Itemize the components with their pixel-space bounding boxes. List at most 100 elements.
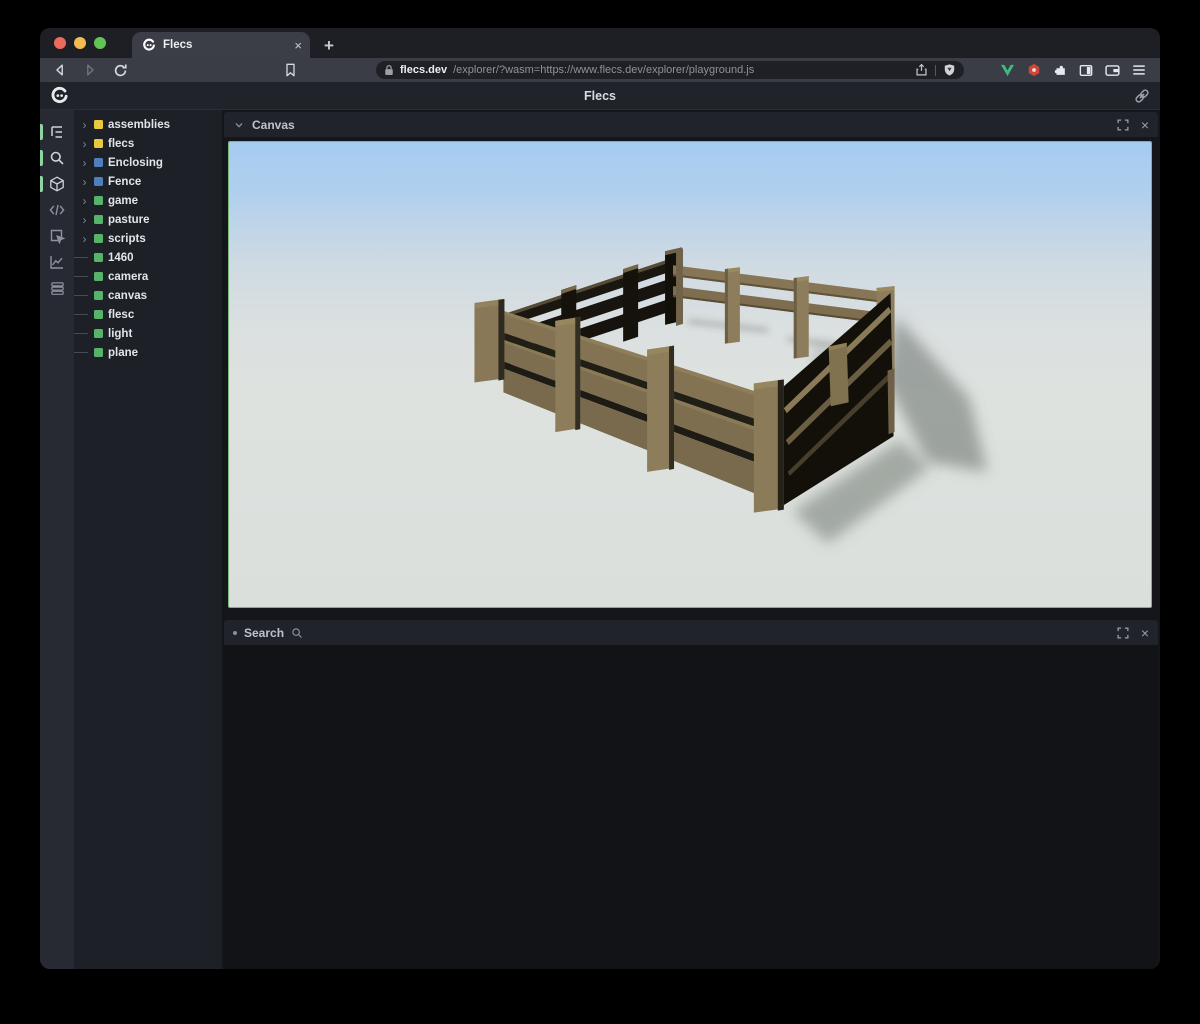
reload-icon[interactable] — [110, 60, 130, 80]
canvas-3d-viewport[interactable] — [228, 141, 1152, 608]
tree-item-plane[interactable]: plane — [74, 343, 222, 362]
entity-type-square — [94, 196, 103, 205]
expand-arrow-icon[interactable]: › — [80, 214, 89, 226]
address-bar[interactable]: flecs.dev /explorer/?wasm=https://www.fl… — [376, 61, 964, 79]
url-domain: flecs.dev — [400, 64, 447, 76]
sidebar-toggle-icon[interactable] — [1079, 64, 1093, 77]
tree-item-flecs[interactable]: › flecs — [74, 134, 222, 153]
main-area: Canvas × — [222, 110, 1160, 969]
tree-item-canvas[interactable]: canvas — [74, 286, 222, 305]
entity-type-square — [94, 272, 103, 281]
tree-item-fence[interactable]: › Fence — [74, 172, 222, 191]
tree-connector-line — [74, 276, 88, 277]
entity-type-square — [94, 158, 103, 167]
entity-label: plane — [108, 347, 138, 359]
expand-arrow-icon[interactable]: › — [80, 138, 89, 150]
entity-type-square — [94, 291, 103, 300]
entity-label: scripts — [108, 233, 146, 245]
entity-tree-icon[interactable] — [40, 120, 74, 144]
close-panel-icon[interactable]: × — [1141, 118, 1149, 132]
tab-title: Flecs — [163, 39, 287, 51]
tree-item-pasture[interactable]: › pasture — [74, 210, 222, 229]
active-indicator — [40, 176, 43, 192]
fullscreen-icon[interactable] — [1117, 119, 1129, 131]
zoom-window-button[interactable] — [94, 37, 106, 49]
chevron-down-icon[interactable] — [233, 119, 245, 131]
menu-icon[interactable] — [1132, 64, 1146, 76]
tree-item-scripts[interactable]: › scripts — [74, 229, 222, 248]
tree-item-assemblies[interactable]: › assemblies — [74, 115, 222, 134]
tree-item-camera[interactable]: camera — [74, 267, 222, 286]
entity-label: assemblies — [108, 119, 170, 131]
wallet-icon[interactable] — [1105, 64, 1120, 77]
search-icon[interactable] — [40, 146, 74, 170]
memory-rows-icon[interactable] — [40, 276, 74, 300]
share-icon[interactable] — [915, 63, 928, 77]
entity-type-square — [94, 348, 103, 357]
app-header: Flecs — [40, 82, 1160, 110]
entity-label: canvas — [108, 290, 147, 302]
vue-devtools-icon[interactable] — [1000, 64, 1015, 77]
entity-type-square — [94, 329, 103, 338]
entity-label: Enclosing — [108, 157, 163, 169]
canvas-panel-body — [222, 137, 1160, 610]
canvas-panel-header[interactable]: Canvas × — [224, 112, 1158, 137]
close-window-button[interactable] — [54, 37, 66, 49]
tree-connector-line — [74, 295, 88, 296]
browser-tab[interactable]: Flecs × — [132, 32, 310, 58]
fence-3d-render — [229, 142, 1151, 607]
entity-label: flecs — [108, 138, 134, 150]
expand-arrow-icon[interactable]: › — [80, 233, 89, 245]
expand-arrow-icon[interactable]: › — [80, 119, 89, 131]
entity-type-square — [94, 253, 103, 262]
tree-item-enclosing[interactable]: › Enclosing — [74, 153, 222, 172]
tree-item-flesc[interactable]: flesc — [74, 305, 222, 324]
active-indicator — [40, 150, 43, 166]
red-hexagon-extension-icon[interactable] — [1027, 63, 1041, 77]
flecs-logo-icon[interactable] — [50, 86, 69, 105]
tab-bar: Flecs × + — [40, 28, 1160, 58]
entity-label: Fence — [108, 176, 141, 188]
entity-type-square — [94, 177, 103, 186]
expand-arrow-icon[interactable]: › — [80, 176, 89, 188]
expand-arrow-icon[interactable]: › — [80, 157, 89, 169]
entity-label: 1460 — [108, 252, 134, 264]
stats-chart-icon[interactable] — [40, 250, 74, 274]
close-panel-icon[interactable]: × — [1141, 626, 1149, 640]
search-panel-header[interactable]: Search × — [224, 620, 1158, 645]
divider — [935, 65, 936, 76]
code-icon[interactable] — [40, 198, 74, 222]
tree-item-game[interactable]: › game — [74, 191, 222, 210]
entity-tree-panel: › assemblies › flecs › Enclosing › Fence… — [74, 110, 222, 969]
entity-type-square — [94, 120, 103, 129]
url-path: /explorer/?wasm=https://www.flecs.dev/ex… — [453, 64, 909, 76]
forward-icon[interactable] — [80, 60, 100, 80]
tree-item-1460[interactable]: 1460 — [74, 248, 222, 267]
extensions-puzzle-icon[interactable] — [1053, 63, 1067, 77]
bookmark-icon[interactable] — [280, 60, 300, 80]
entity-label: pasture — [108, 214, 150, 226]
inspect-icon[interactable] — [40, 224, 74, 248]
fullscreen-icon[interactable] — [1117, 627, 1129, 639]
expand-arrow-icon[interactable]: › — [80, 195, 89, 207]
entity-label: light — [108, 328, 132, 340]
collapsed-indicator-icon[interactable] — [233, 631, 237, 635]
canvas-3d-cube-icon[interactable] — [40, 172, 74, 196]
tree-item-light[interactable]: light — [74, 324, 222, 343]
entity-label: camera — [108, 271, 148, 283]
tree-connector-line — [74, 352, 88, 353]
entity-type-square — [94, 215, 103, 224]
activity-bar — [40, 110, 74, 969]
browser-window: Flecs × + flecs.dev /explorer/?wasm=http… — [40, 28, 1160, 969]
close-tab-icon[interactable]: × — [294, 39, 302, 52]
minimize-window-button[interactable] — [74, 37, 86, 49]
entity-label: flesc — [108, 309, 134, 321]
panel-gap — [222, 610, 1160, 618]
back-icon[interactable] — [50, 60, 70, 80]
tree-connector-line — [74, 314, 88, 315]
active-indicator — [40, 124, 43, 140]
share-link-icon[interactable] — [1134, 88, 1150, 104]
brave-shield-icon[interactable] — [943, 63, 956, 77]
new-tab-button[interactable]: + — [324, 37, 334, 54]
search-panel-body — [224, 645, 1158, 969]
